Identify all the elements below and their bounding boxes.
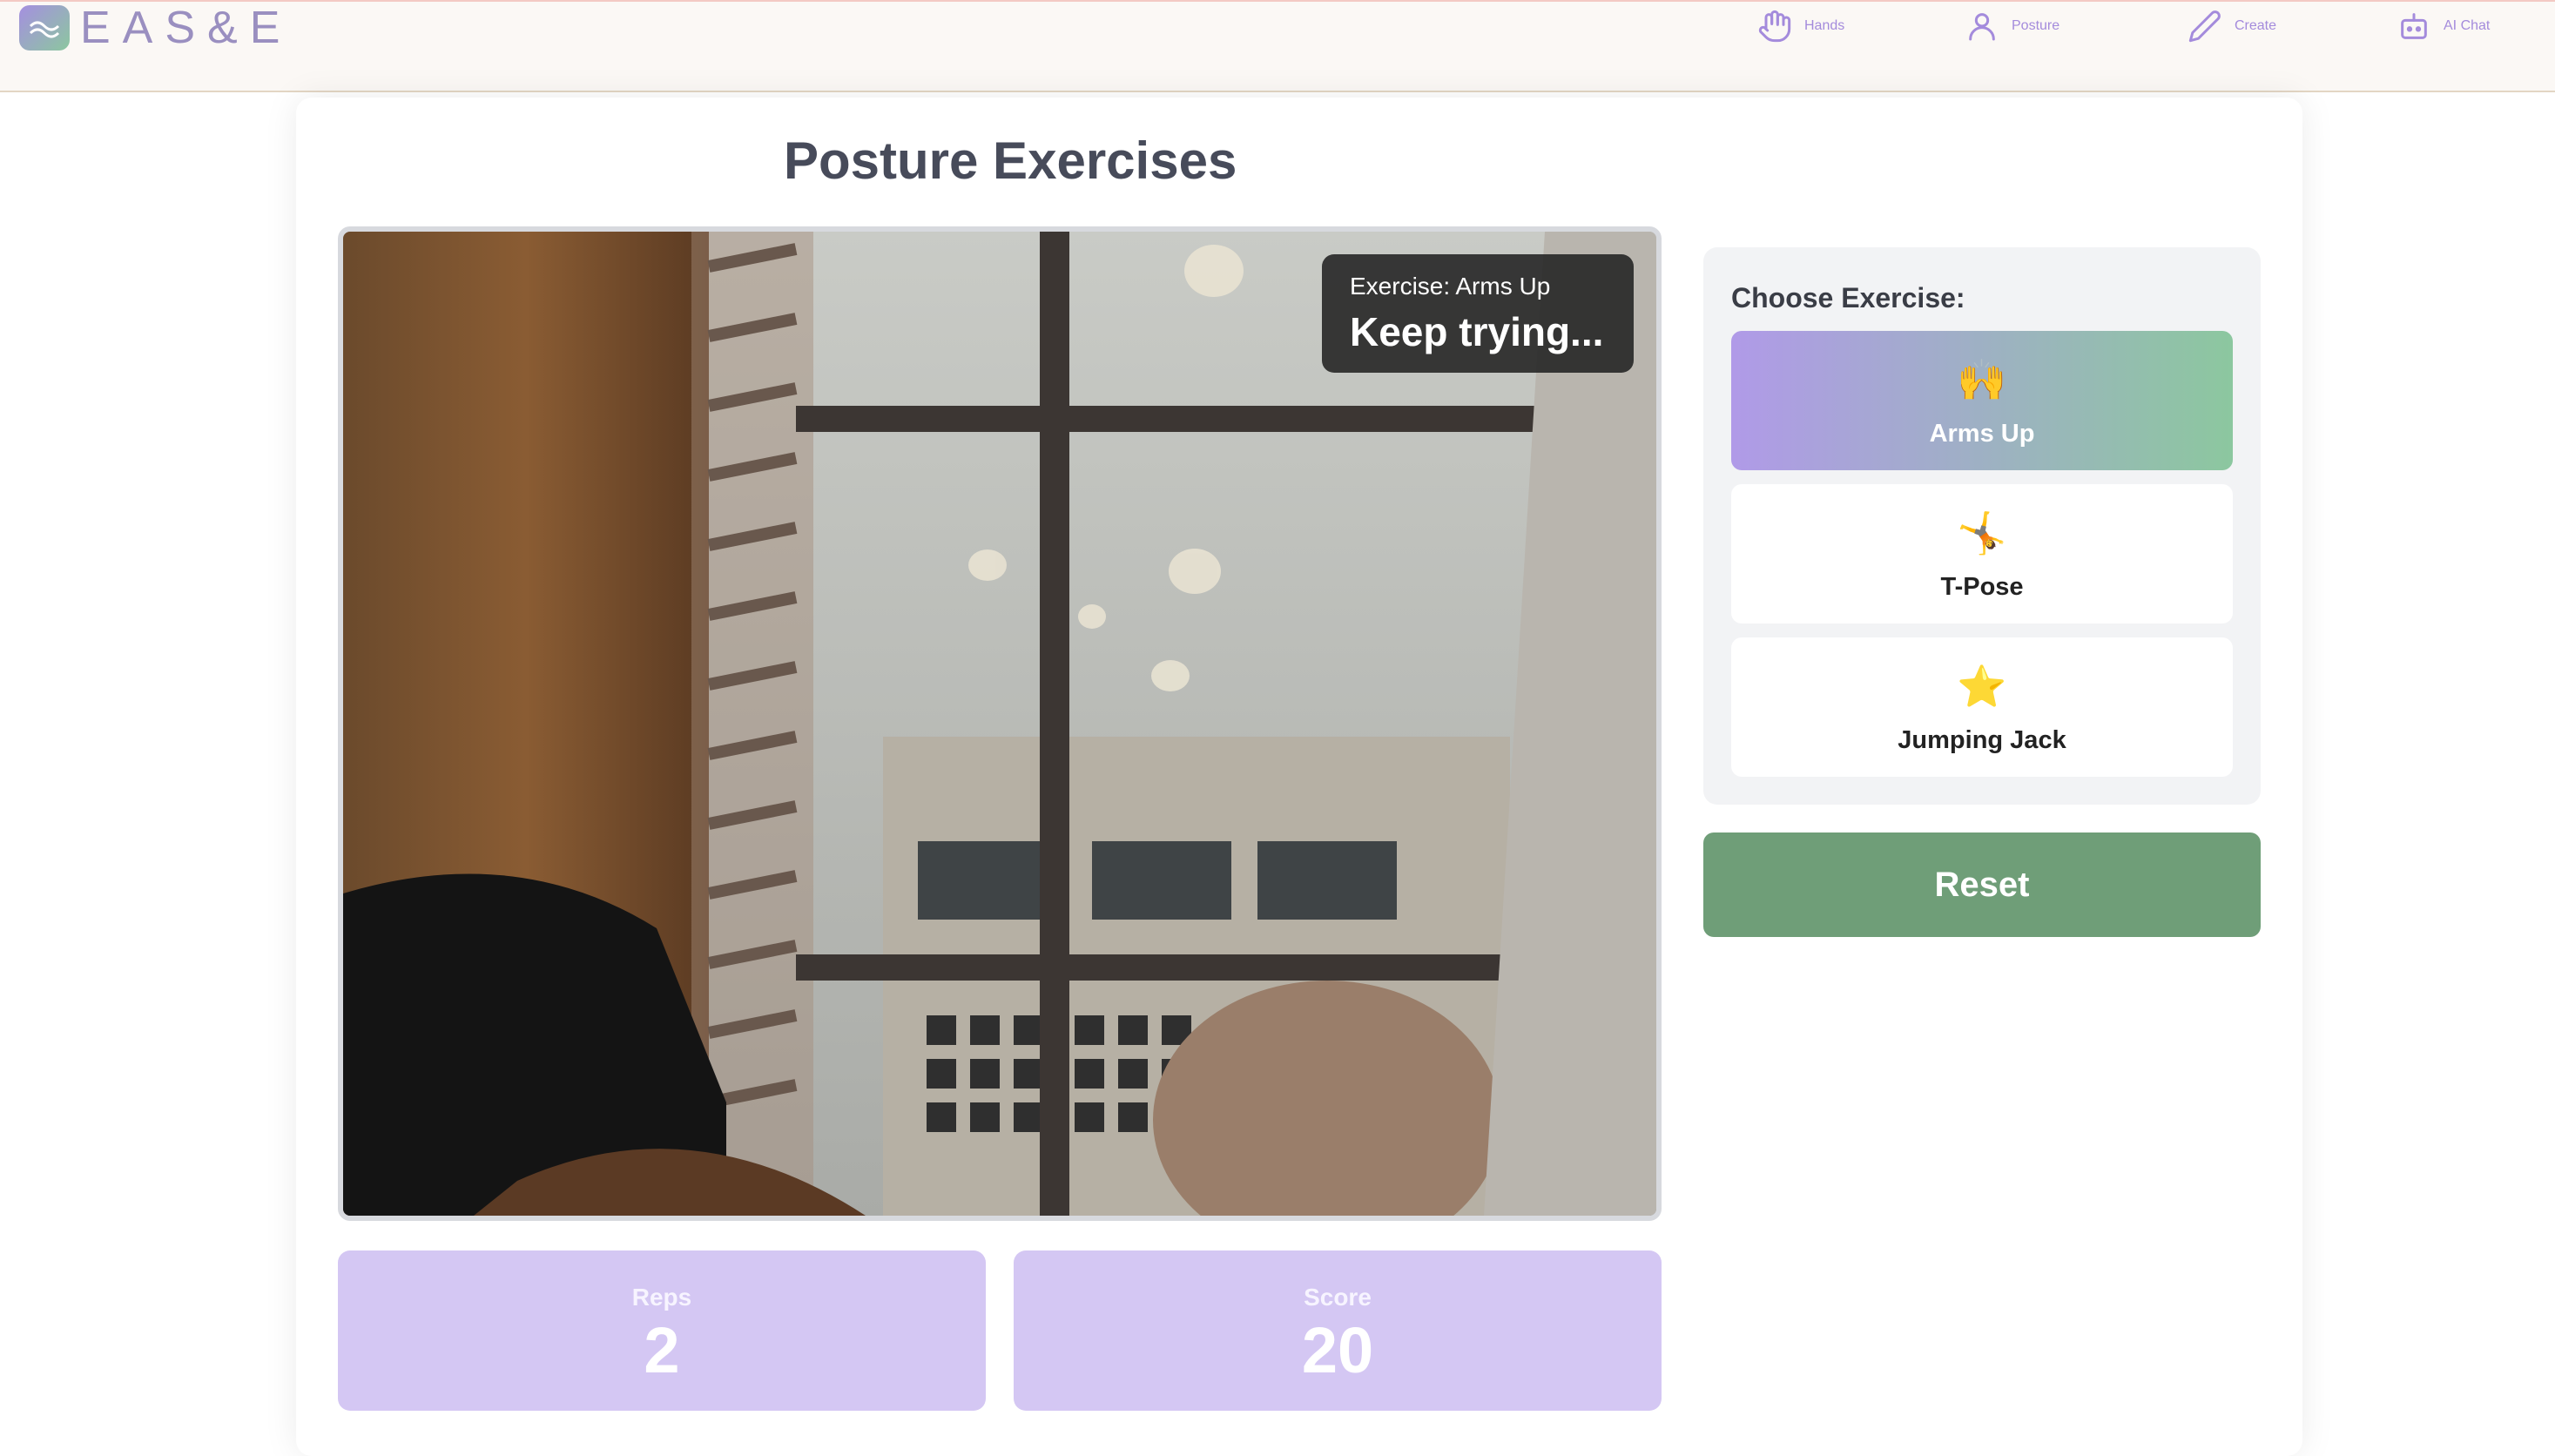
logo-text: EAS&E bbox=[80, 3, 293, 53]
nav-item-hands[interactable]: Hands bbox=[1757, 2, 1844, 51]
nav-item-ai-chat[interactable]: AI Chat bbox=[2397, 2, 2490, 51]
pencil-icon bbox=[2188, 10, 2221, 43]
raised-hands-icon: 🙌 bbox=[1957, 357, 2007, 402]
exercise-selection-panel: Choose Exercise: 🙌 Arms Up 🤸 T-Pose ⭐ Ju… bbox=[1703, 247, 2261, 805]
person-icon bbox=[1969, 13, 1995, 41]
app-logo[interactable]: EAS&E bbox=[19, 5, 292, 51]
cartwheel-icon: 🤸 bbox=[1957, 510, 2007, 556]
exercise-label: T-Pose bbox=[1940, 573, 2024, 601]
page-title: Posture Exercises bbox=[784, 131, 1237, 190]
webcam-video-feed bbox=[338, 226, 1662, 1221]
nav-item-create[interactable]: Create bbox=[2188, 2, 2276, 51]
reps-stat-card: Reps 2 bbox=[338, 1250, 986, 1411]
exercise-label: Jumping Jack bbox=[1898, 726, 2066, 754]
score-label: Score bbox=[1304, 1284, 1372, 1311]
overlay-status-text: Keep trying... bbox=[1350, 309, 1604, 354]
score-value: 20 bbox=[1301, 1314, 1374, 1386]
nav-label-create: Create bbox=[2235, 18, 2277, 33]
score-stat-card: Score 20 bbox=[1014, 1250, 1662, 1411]
robot-icon bbox=[2401, 13, 2427, 39]
nav-item-posture[interactable]: Posture bbox=[1965, 2, 2060, 51]
star-icon: ⭐ bbox=[1957, 664, 2007, 709]
exercise-option-t-pose[interactable]: 🤸 T-Pose bbox=[1731, 484, 2233, 624]
logo-wave-icon bbox=[19, 5, 70, 51]
reset-button[interactable]: Reset bbox=[1703, 832, 2261, 937]
panel-title: Choose Exercise: bbox=[1731, 282, 1965, 313]
exercise-label: Arms Up bbox=[1929, 420, 2035, 448]
camera-scene-image bbox=[343, 232, 1656, 1216]
reps-value: 2 bbox=[644, 1314, 680, 1386]
nav-label-hands: Hands bbox=[1804, 18, 1845, 33]
overlay-exercise-label: Exercise: Arms Up bbox=[1350, 273, 1551, 300]
nav-label-posture: Posture bbox=[2012, 18, 2060, 33]
exercise-status-overlay: Exercise: Arms Up Keep trying... bbox=[1322, 254, 1634, 373]
nav-label-ai-chat: AI Chat bbox=[2444, 18, 2491, 33]
hand-icon bbox=[1758, 10, 1791, 43]
exercise-option-arms-up[interactable]: 🙌 Arms Up bbox=[1731, 331, 2233, 470]
top-navigation-bar: EAS&E Hands Posture Create AI Chat bbox=[0, 0, 2555, 92]
reps-label: Reps bbox=[631, 1284, 692, 1311]
exercise-option-jumping-jack[interactable]: ⭐ Jumping Jack bbox=[1731, 637, 2233, 777]
